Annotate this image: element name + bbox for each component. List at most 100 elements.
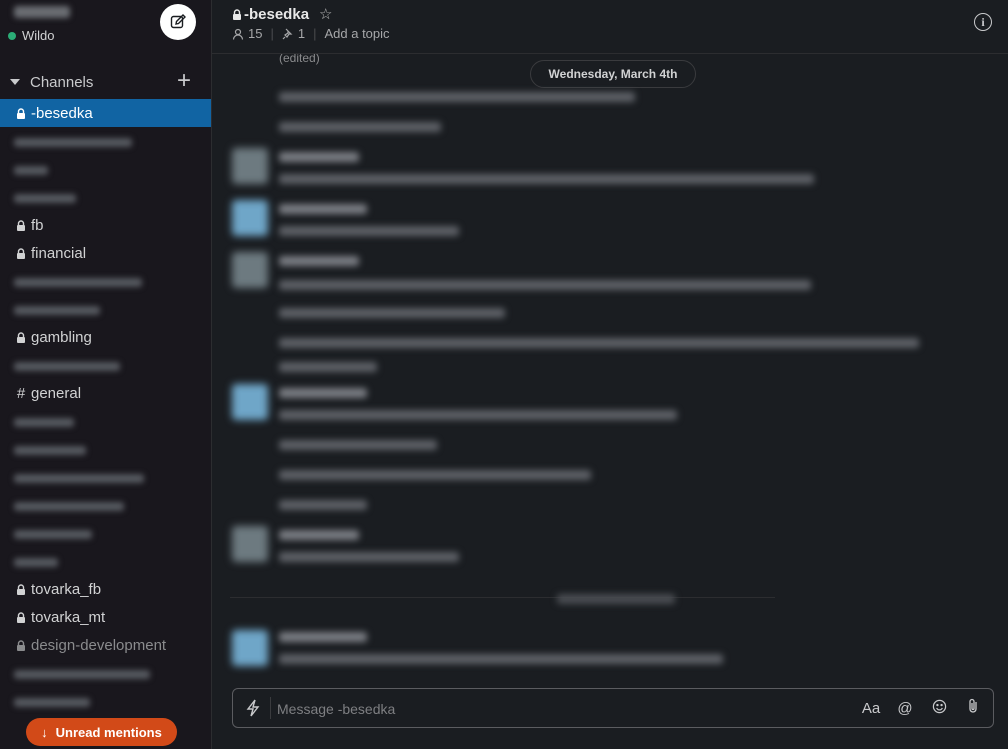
- blurred-message-text: [279, 280, 811, 290]
- message-composer[interactable]: Message -besedka Aa @: [232, 688, 994, 728]
- channel-label: financial: [31, 244, 87, 262]
- blurred-channel[interactable]: [14, 670, 150, 679]
- blurred-message-text: [279, 470, 591, 480]
- sidebar-item-fb[interactable]: fb: [0, 211, 211, 239]
- avatar[interactable]: [232, 148, 268, 184]
- edited-label: (edited): [279, 54, 320, 65]
- lock-icon: [13, 247, 29, 259]
- sidebar-item-tovarka-mt[interactable]: tovarka_mt: [0, 603, 211, 631]
- lock-icon: [13, 219, 29, 231]
- sidebar-item-gambling[interactable]: gambling: [0, 323, 211, 351]
- blurred-channel[interactable]: [14, 698, 90, 707]
- meta-divider: |: [313, 26, 317, 41]
- user-presence[interactable]: Wildo: [8, 28, 55, 43]
- date-divider-line: [230, 597, 775, 598]
- avatar[interactable]: [232, 526, 268, 562]
- caret-down-icon[interactable]: [10, 79, 20, 85]
- lock-icon: [13, 331, 29, 343]
- blurred-channel[interactable]: [14, 530, 92, 539]
- avatar[interactable]: [232, 630, 268, 666]
- blurred-channel[interactable]: [14, 166, 48, 175]
- pinned-count[interactable]: 1: [298, 26, 305, 41]
- sidebar-item-besedka[interactable]: -besedka: [0, 99, 211, 127]
- blurred-message-text: [279, 410, 677, 420]
- blurred-author[interactable]: [279, 204, 367, 214]
- unread-mentions-label: Unread mentions: [55, 724, 162, 740]
- channel-label: gambling: [31, 328, 92, 346]
- blurred-channel[interactable]: [14, 138, 132, 147]
- blurred-channel[interactable]: [14, 362, 120, 371]
- message-input[interactable]: Message -besedka: [277, 701, 395, 717]
- emoji-icon[interactable]: [929, 699, 949, 718]
- blurred-message-text: [279, 362, 377, 372]
- blurred-message-text: [279, 500, 367, 510]
- blurred-author[interactable]: [279, 530, 359, 540]
- blurred-channel[interactable]: [14, 278, 142, 287]
- channel-details-button[interactable]: i: [974, 13, 992, 31]
- blurred-channel[interactable]: [14, 502, 124, 511]
- channels-section-header[interactable]: Channels +: [0, 69, 211, 94]
- sidebar-item-tovarka-fb[interactable]: tovarka_fb: [0, 575, 211, 603]
- hash-icon: #: [16, 384, 26, 402]
- channel-header: -besedka ☆ 15 | 1 | Add a topic i: [212, 0, 1008, 54]
- blurred-date-divider[interactable]: [557, 594, 675, 604]
- blurred-message-text: [279, 92, 635, 102]
- compose-button[interactable]: [160, 4, 196, 40]
- blurred-author[interactable]: [279, 152, 359, 162]
- channel-name: -besedka: [244, 5, 310, 23]
- lock-icon: [13, 611, 29, 623]
- member-icon[interactable]: [232, 28, 244, 40]
- user-name: Wildo: [22, 28, 55, 43]
- blurred-author[interactable]: [279, 388, 367, 398]
- attachment-icon[interactable]: [963, 698, 983, 718]
- blurred-channel[interactable]: [14, 558, 58, 567]
- channel-label: design-development: [31, 636, 167, 654]
- star-icon[interactable]: ☆: [319, 5, 332, 23]
- blurred-message-text: [279, 338, 919, 348]
- blurred-channel[interactable]: [14, 194, 76, 203]
- blurred-message-text: [279, 122, 441, 132]
- blurred-author[interactable]: [279, 256, 359, 266]
- online-status-icon: [8, 31, 16, 40]
- shortcuts-bolt-icon[interactable]: [245, 699, 261, 717]
- date-label: Wednesday, March 4th: [548, 67, 678, 81]
- add-channel-button[interactable]: +: [177, 69, 191, 93]
- blurred-author[interactable]: [279, 632, 367, 642]
- channel-label: tovarka_fb: [31, 580, 102, 598]
- avatar[interactable]: [232, 200, 268, 236]
- message-list: (edited) Wednesday, March 4th: [212, 54, 1008, 674]
- blurred-channel[interactable]: [14, 446, 86, 455]
- channel-label: tovarka_mt: [31, 608, 106, 626]
- blurred-channel[interactable]: [14, 418, 74, 427]
- sidebar-item-design-development[interactable]: design-development: [0, 631, 211, 659]
- channels-label: Channels: [30, 73, 94, 91]
- sidebar-item-general[interactable]: # general: [0, 379, 211, 407]
- meta-divider: |: [270, 26, 274, 41]
- add-topic-link[interactable]: Add a topic: [324, 26, 389, 41]
- sidebar: Wildo Channels + -besedka fb financial g…: [0, 0, 212, 749]
- blurred-channel[interactable]: [14, 474, 144, 483]
- lock-icon: [13, 639, 29, 651]
- info-icon: i: [981, 14, 985, 29]
- unread-mentions-button[interactable]: ↓ Unread mentions: [26, 718, 177, 746]
- composer-tools: Aa @: [847, 698, 983, 718]
- sidebar-item-financial[interactable]: financial: [0, 239, 211, 267]
- formatting-button[interactable]: Aa: [861, 700, 881, 717]
- mention-button[interactable]: @: [895, 700, 915, 717]
- lock-icon: [233, 8, 241, 20]
- avatar[interactable]: [232, 384, 268, 420]
- avatar[interactable]: [232, 252, 268, 288]
- channel-label: -besedka: [31, 104, 93, 122]
- date-divider[interactable]: Wednesday, March 4th: [530, 60, 696, 88]
- blurred-message-text: [279, 654, 723, 664]
- member-count[interactable]: 15: [248, 26, 262, 41]
- workspace-name-blurred[interactable]: [14, 6, 70, 18]
- lock-icon: [13, 583, 29, 595]
- channel-label: general: [31, 384, 82, 402]
- lock-icon: [13, 107, 29, 119]
- blurred-channel[interactable]: [14, 306, 100, 315]
- composer-divider: [270, 697, 271, 719]
- pin-icon[interactable]: [282, 28, 294, 40]
- blurred-message-text: [279, 174, 814, 184]
- channel-title[interactable]: -besedka ☆: [232, 5, 333, 23]
